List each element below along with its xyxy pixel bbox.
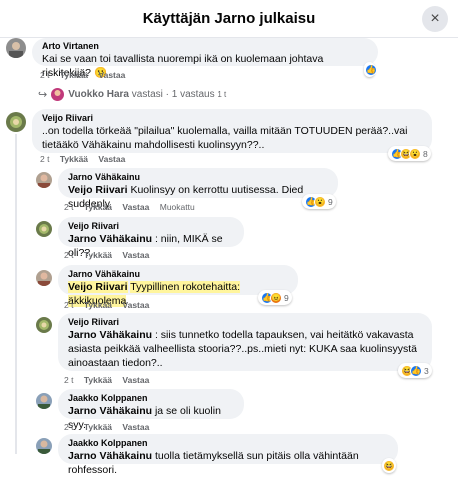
like-button[interactable]: Tykkää (84, 375, 112, 385)
like-button[interactable]: Tykkää (84, 300, 112, 310)
like-reaction-icon: 👍 (410, 364, 422, 377)
comment-time[interactable]: 2 t (40, 70, 49, 80)
reaction-count: 8 (423, 148, 428, 159)
comment-time[interactable]: 2 t (64, 300, 73, 310)
avatar[interactable] (36, 221, 52, 237)
like-button[interactable]: Tykkää (60, 70, 88, 80)
mention-tag[interactable]: Jarno Vähäkainu (68, 233, 152, 245)
reply-button[interactable]: Vastaa (122, 375, 149, 385)
mention-tag[interactable]: Veijo Riivari (68, 184, 128, 196)
avatar[interactable] (36, 172, 52, 188)
avatar[interactable] (6, 38, 26, 58)
reaction-summary[interactable]: 😆 👍 3 (398, 363, 432, 378)
comment-meta: 2 t Tykkää Vastaa (64, 300, 157, 310)
like-button[interactable]: Tykkää (84, 202, 112, 212)
angry-reaction-icon: 😠 (270, 291, 282, 304)
reply-button[interactable]: Vastaa (98, 154, 125, 164)
comment-author[interactable]: Arto Virtanen (42, 40, 368, 52)
avatar (51, 88, 65, 101)
comment-meta: 2 t Tykkää Vastaa (40, 70, 133, 80)
comment-author[interactable]: Veijo Riivari (68, 220, 234, 232)
comment-bubble: Veijo Riivari Jarno Vähäkainu : siis tun… (58, 313, 432, 371)
comment-bubble: Jarno Vähäkainu Veijo Riivari Kuolinsyy … (58, 168, 338, 210)
edited-label: Muokattu (159, 202, 195, 212)
reaction-summary[interactable]: 😆 (382, 458, 396, 473)
like-reaction-icon: 👍 (365, 63, 377, 76)
like-button[interactable]: Tykkää (84, 422, 112, 432)
like-button[interactable]: Tykkää (60, 154, 88, 164)
comment-time[interactable]: 2 t (64, 202, 73, 212)
reaction-count: 3 (424, 365, 429, 376)
reply-button[interactable]: Vastaa (122, 202, 149, 212)
comment-time[interactable]: 2 t (64, 375, 73, 385)
comment-author[interactable]: Jarno Vähäkainu (68, 268, 288, 280)
comment-bubble: Veijo Riivari ..on todella törkeää "pila… (32, 109, 432, 153)
avatar[interactable] (36, 393, 52, 409)
reply-time: 1 t (217, 90, 227, 99)
close-icon: × (430, 10, 440, 27)
avatar[interactable] (36, 270, 52, 286)
comment-time[interactable]: 2 t (64, 250, 73, 260)
comment-bubble: Arto Virtanen Kai se vaan toi tavallista… (32, 38, 378, 79)
reaction-summary[interactable]: 👍 😠 9 (258, 290, 292, 305)
comment-author[interactable]: Jarno Vähäkainu (68, 171, 328, 183)
post-header: Käyttäjän Jarno julkaisu × (0, 0, 458, 38)
reaction-count: 9 (328, 196, 333, 207)
mention-tag[interactable]: Veijo Riivari (68, 281, 128, 293)
reply-button[interactable]: Vastaa (122, 422, 149, 432)
reply-arrow-icon: ↪ (38, 89, 48, 101)
comment-author[interactable]: Jaakko Kolppanen (68, 392, 234, 404)
comment-meta: 2 t Tykkää Vastaa (64, 422, 157, 432)
reply-count-text: vastasi · 1 vastaus (131, 89, 215, 100)
wow-reaction-icon: 😮 (409, 147, 421, 160)
post-title: Käyttäjän Jarno julkaisu (142, 10, 316, 27)
comment-author[interactable]: Veijo Riivari (42, 112, 422, 124)
comment-meta: 2 t Tykkää Vastaa (40, 154, 133, 164)
comment-bubble: Jaakko Kolppanen Jarno Vähäkainu ja se o… (58, 389, 244, 431)
reaction-count: 9 (284, 292, 289, 303)
reaction-summary[interactable]: 👍 😆 😮 8 (388, 146, 431, 161)
comment-time[interactable]: 2 t (40, 154, 49, 164)
reply-button[interactable]: Vastaa (122, 300, 149, 310)
view-replies-link[interactable]: ↪ Vuokko Hara vastasi · 1 vastaus 1 t (38, 88, 226, 101)
reply-button[interactable]: Vastaa (98, 70, 125, 80)
comment-bubble: Jaakko Kolppanen Jarno Vähäkainu tuolla … (58, 434, 398, 476)
wow-reaction-icon: 😮 (314, 195, 326, 208)
avatar[interactable] (36, 438, 52, 454)
thread-line (15, 134, 17, 454)
reply-author: Vuokko Hara (68, 89, 129, 100)
comment-meta: 2 t Tykkää Vastaa (64, 375, 157, 385)
haha-reaction-icon: 😆 (383, 459, 395, 472)
comment-author[interactable]: Jaakko Kolppanen (68, 437, 388, 449)
avatar[interactable] (36, 317, 52, 333)
comment-text: ..on todella törkeää "pilailua" kuolemal… (42, 125, 408, 151)
like-button[interactable]: Tykkää (84, 250, 112, 260)
reaction-summary[interactable]: 👍 (364, 62, 377, 77)
mention-tag[interactable]: Jarno Vähäkainu (68, 405, 152, 417)
avatar[interactable] (6, 112, 26, 132)
reaction-summary[interactable]: 👍 😮 9 (302, 194, 336, 209)
comment-time[interactable]: 2 t (64, 422, 73, 432)
mention-tag[interactable]: Jarno Vähäkainu (68, 329, 152, 341)
comment-meta: 2 t Tykkää Vastaa (64, 250, 157, 260)
mention-tag[interactable]: Jarno Vähäkainu (68, 450, 152, 462)
comment-meta: 2 t Tykkää Vastaa Muokattu (64, 202, 203, 212)
comment-author[interactable]: Veijo Riivari (68, 316, 422, 328)
comment-bubble: Veijo Riivari Jarno Vähäkainu : niin, MI… (58, 217, 244, 259)
reply-button[interactable]: Vastaa (122, 250, 149, 260)
close-button[interactable]: × (422, 6, 448, 32)
